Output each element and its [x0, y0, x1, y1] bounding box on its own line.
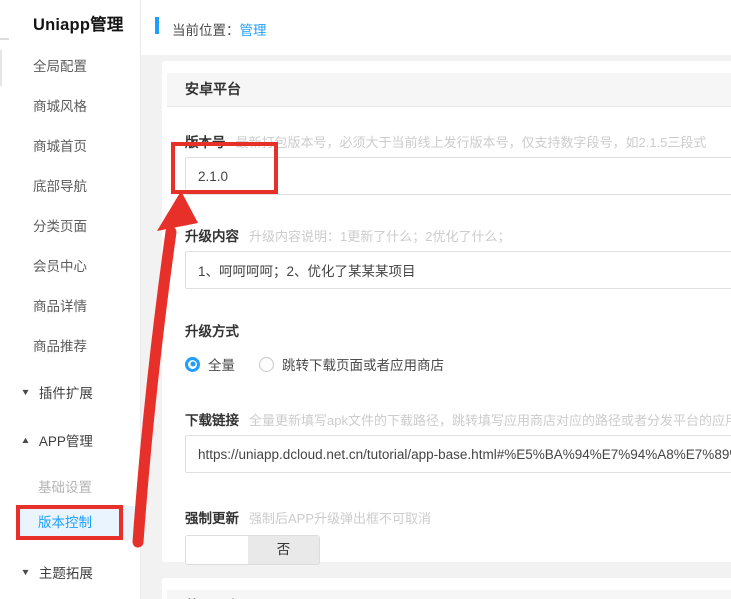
- sidebar-item-mall-style[interactable]: 商城风格: [33, 95, 87, 115]
- android-section-title: 安卓平台: [167, 73, 731, 107]
- radio-redirect-store[interactable]: [259, 356, 274, 372]
- sidebar-item-product-recommend[interactable]: 商品推荐: [33, 335, 87, 355]
- sidebar-group-label: 插件扩展: [38, 386, 93, 401]
- android-platform-card: 安卓平台 版本号 最新打包版本号，必须大于当前线上发行版本号，仅支持数字段号，如…: [162, 61, 731, 565]
- sidebar-item-mall-home[interactable]: 商城首页: [33, 135, 87, 155]
- upgrade-content-hint: 升级内容说明：1更新了什么；2优化了什么；: [249, 229, 511, 244]
- sidebar-item-bottom-nav[interactable]: 底部导航: [33, 175, 87, 195]
- upgrade-method-label: 升级方式: [185, 324, 239, 339]
- radio-redirect-store-label[interactable]: 跳转下载页面或者应用商店: [282, 354, 444, 374]
- sidebar-item-version-control[interactable]: 版本控制: [18, 506, 140, 540]
- sidebar-group-label: 主题拓展: [38, 566, 93, 581]
- sidebar-item-category-page[interactable]: 分类页面: [33, 215, 87, 235]
- download-link-label: 下载链接: [185, 413, 239, 428]
- content-area: 安卓平台 版本号 最新打包版本号，必须大于当前线上发行版本号，仅支持数字段号，如…: [141, 55, 731, 599]
- upgrade-method-label-row: 升级方式: [185, 320, 731, 340]
- sidebar-group-app-management[interactable]: ▲ APP管理: [20, 430, 93, 450]
- version-label-row: 版本号 最新打包版本号，必须大于当前线上发行版本号，仅支持数字段号，如2.1.5…: [185, 131, 731, 151]
- ios-section-title: 苹果平台: [167, 590, 731, 599]
- strip-divider: [0, 38, 9, 40]
- breadcrumb-text: 当前位置：管理: [172, 19, 267, 39]
- sidebar-group-label: APP管理: [38, 434, 93, 449]
- upgrade-content-label-row: 升级内容 升级内容说明：1更新了什么；2优化了什么；: [185, 225, 731, 245]
- force-update-toggle[interactable]: 否: [185, 535, 320, 565]
- strip-edge-line: [0, 50, 2, 86]
- sidebar-item-member-center[interactable]: 会员中心: [33, 255, 87, 275]
- version-label: 版本号: [185, 135, 226, 150]
- ios-platform-card: 苹果平台: [162, 578, 731, 599]
- upgrade-content-input[interactable]: [185, 251, 731, 289]
- caret-down-icon: ▼: [20, 567, 31, 577]
- version-input[interactable]: [185, 157, 731, 195]
- sidebar-group-theme-extension[interactable]: ▼ 主题拓展: [20, 562, 93, 582]
- toggle-off-segment[interactable]: 否: [248, 536, 319, 564]
- caret-down-icon: ▼: [20, 387, 31, 397]
- force-update-hint: 强制后APP升级弹出框不可取消: [249, 511, 432, 526]
- breadcrumb: 当前位置：管理: [141, 0, 731, 55]
- toggle-on-segment[interactable]: [186, 536, 248, 564]
- download-link-hint: 全量更新填写apk文件的下载路径，跳转填写应用商店对应的路径或者分发平台的应用路…: [249, 413, 731, 428]
- radio-full-update-label[interactable]: 全量: [208, 354, 235, 374]
- upgrade-content-label: 升级内容: [185, 229, 239, 244]
- sidebar-group-plugin-extension[interactable]: ▼ 插件扩展: [20, 382, 93, 402]
- app-title: Uniapp管理: [33, 16, 124, 34]
- force-update-label-row: 强制更新 强制后APP升级弹出框不可取消: [185, 507, 731, 527]
- download-link-input[interactable]: [185, 435, 731, 473]
- sidebar: Uniapp管理 全局配置 商城风格 商城首页 底部导航 分类页面 会员中心 商…: [18, 0, 141, 599]
- radio-full-update-selected[interactable]: [185, 356, 200, 372]
- sidebar-item-product-detail[interactable]: 商品详情: [33, 295, 87, 315]
- collapsed-nav-strip: [0, 0, 18, 599]
- force-update-label: 强制更新: [185, 511, 239, 526]
- breadcrumb-prefix: 当前位置：: [172, 23, 240, 38]
- sidebar-item-label: 版本控制: [38, 515, 92, 530]
- sidebar-item-global-config[interactable]: 全局配置: [33, 55, 87, 75]
- android-form: 版本号 最新打包版本号，必须大于当前线上发行版本号，仅支持数字段号，如2.1.5…: [162, 131, 731, 565]
- download-link-label-row: 下载链接 全量更新填写apk文件的下载路径，跳转填写应用商店对应的路径或者分发平…: [185, 409, 731, 429]
- caret-up-icon: ▲: [20, 435, 31, 445]
- breadcrumb-link-manage[interactable]: 管理: [240, 23, 267, 38]
- breadcrumb-accent-bar: [155, 17, 159, 34]
- sidebar-item-basic-settings[interactable]: 基础设置: [38, 476, 92, 496]
- version-hint: 最新打包版本号，必须大于当前线上发行版本号，仅支持数字段号，如2.1.5三段式: [235, 135, 707, 150]
- upgrade-method-options: 全量 跳转下载页面或者应用商店: [185, 355, 731, 373]
